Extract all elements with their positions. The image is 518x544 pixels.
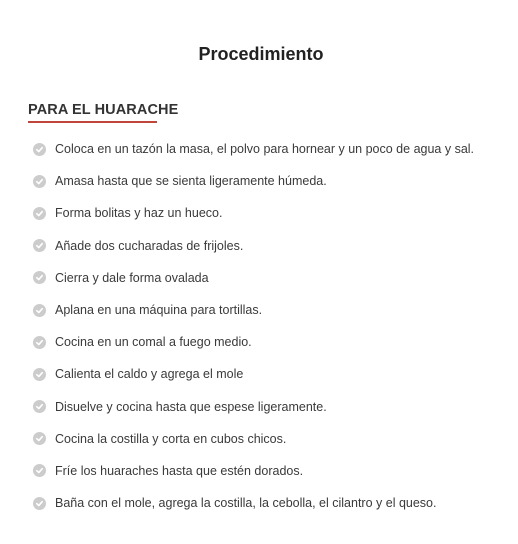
step-item: Amasa hasta que se sienta ligeramente hú… [33,165,474,197]
check-circle-icon [33,142,46,156]
check-circle-icon [33,496,46,510]
step-text: Añade dos cucharadas de frijoles. [55,238,244,253]
step-text: Fríe los huaraches hasta que estén dorad… [55,463,304,478]
check-circle-icon [33,271,46,285]
step-item: Cocina en un comal a fuego medio. [33,326,474,358]
check-circle-icon [33,432,46,446]
step-item: Fríe los huaraches hasta que estén dorad… [33,455,474,487]
section-heading-underline [28,121,157,123]
step-text: Calienta el caldo y agrega el mole [55,367,244,382]
step-text: Cierra y dale forma ovalada [55,270,209,285]
page-title: Procedimiento [198,44,324,64]
step-item: Cocina la costilla y corta en cubos chic… [33,423,474,455]
step-text: Disuelve y cocina hasta que espese liger… [55,399,327,414]
step-text: Cocina en un comal a fuego medio. [55,335,252,350]
check-circle-icon [33,239,46,253]
step-text: Amasa hasta que se sienta ligeramente hú… [55,174,327,189]
step-text: Cocina la costilla y corta en cubos chic… [55,431,287,446]
steps-list: Coloca en un tazón la masa, el polvo par… [33,133,474,519]
check-circle-icon [33,367,46,381]
step-item: Cierra y dale forma ovalada [33,262,474,294]
step-item: Añade dos cucharadas de frijoles. [33,230,474,262]
step-item: Disuelve y cocina hasta que espese liger… [33,391,474,423]
check-circle-icon [33,464,46,478]
step-item: Coloca en un tazón la masa, el polvo par… [33,133,474,165]
step-item: Baña con el mole, agrega la costilla, la… [33,487,474,519]
check-circle-icon [33,400,46,414]
step-item: Aplana en una máquina para tortillas. [33,294,474,326]
step-text: Aplana en una máquina para tortillas. [55,303,263,318]
step-text: Coloca en un tazón la masa, el polvo par… [55,142,475,157]
step-item: Calienta el caldo y agrega el mole [33,358,474,390]
check-circle-icon [33,335,46,349]
check-circle-icon [33,174,46,188]
step-text: Forma bolitas y haz un hueco. [55,206,223,221]
check-circle-icon [33,303,46,317]
section-heading: PARA EL HUARACHE [28,102,179,118]
step-item: Forma bolitas y haz un hueco. [33,197,474,229]
step-text: Baña con el mole, agrega la costilla, la… [55,496,437,511]
check-circle-icon [33,206,46,220]
